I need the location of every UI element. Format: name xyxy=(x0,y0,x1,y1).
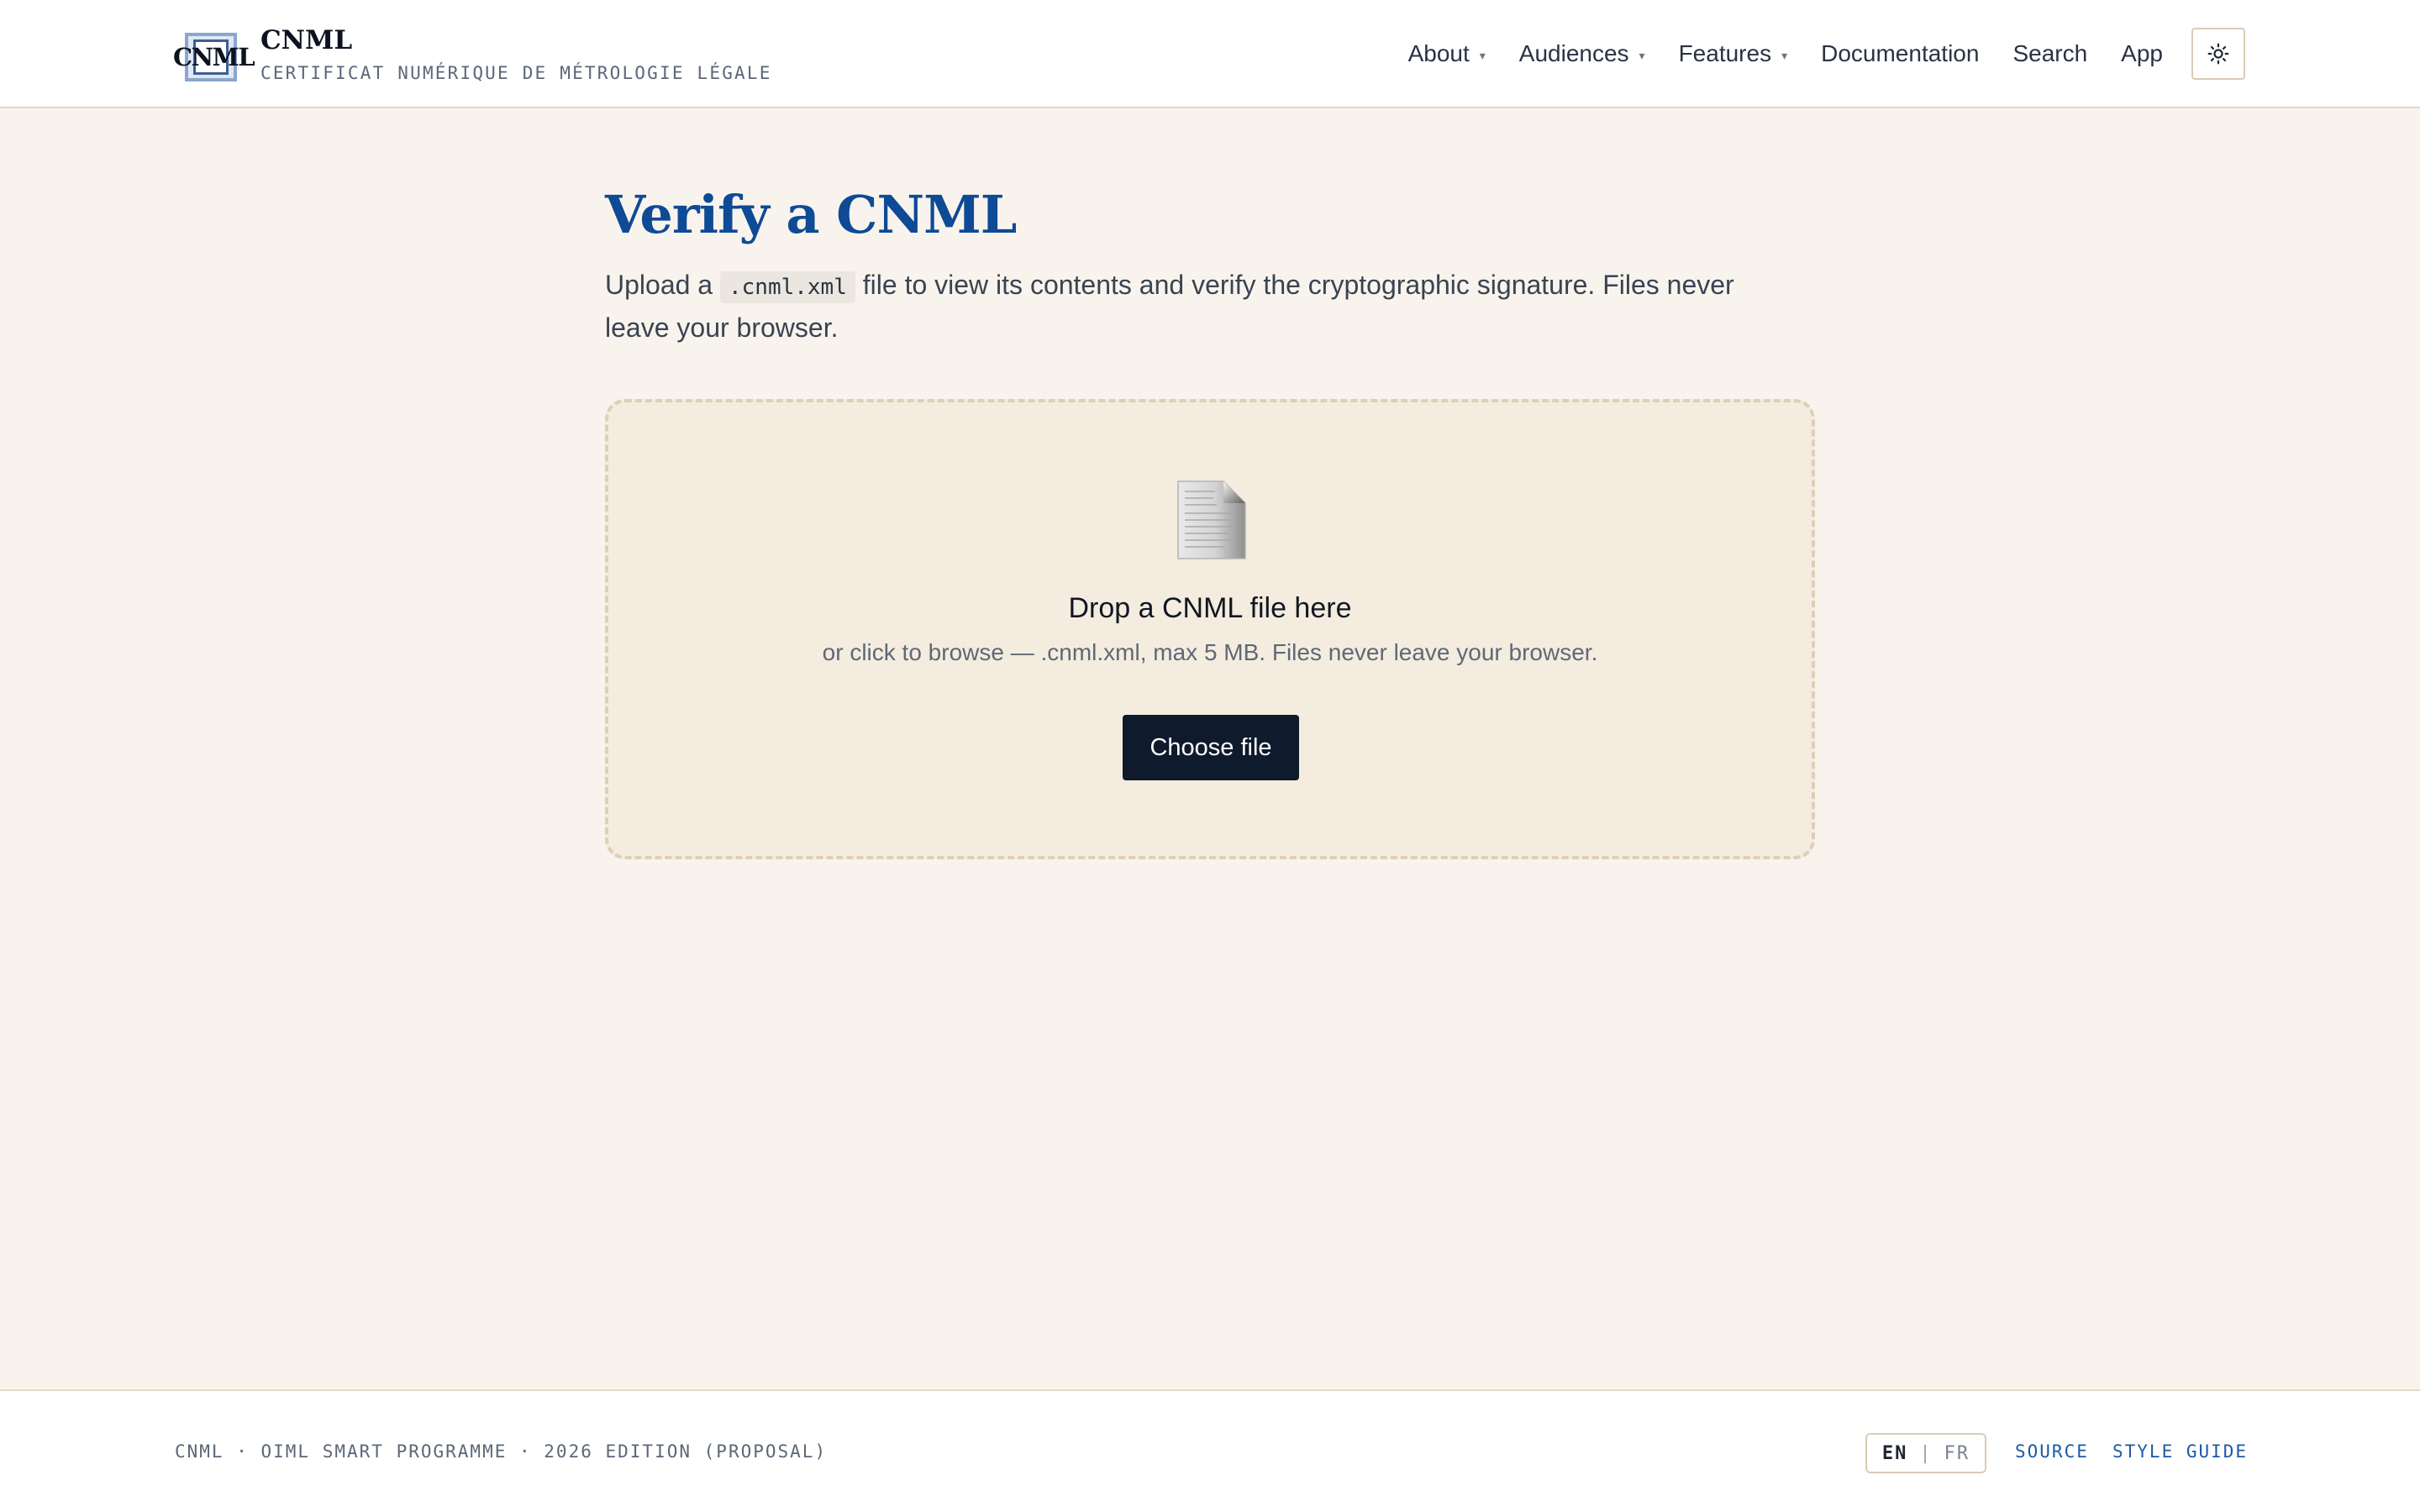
nav-search[interactable]: Search xyxy=(2012,40,2087,67)
site-footer: CNML · OIML SMART PROGRAMME · 2026 EDITI… xyxy=(0,1389,2420,1512)
document-icon xyxy=(1177,480,1246,559)
site-header: CNML CNML CERTIFICAT NUMÉRIQUE DE MÉTROL… xyxy=(0,0,2420,108)
nav-documentation[interactable]: Documentation xyxy=(1821,40,1979,67)
nav-search-label: Search xyxy=(2012,40,2088,66)
lang-en-option[interactable]: EN xyxy=(1882,1443,1908,1464)
nav-app-label: App xyxy=(2121,40,2163,66)
sun-icon xyxy=(2207,43,2229,65)
chevron-down-icon: ▾ xyxy=(1479,48,1486,62)
footer-style-guide-link[interactable]: STYLE GUIDE xyxy=(2112,1441,2248,1462)
nav-features-label: Features xyxy=(1678,40,1772,66)
intro-text: Upload a .cnml.xml file to view its cont… xyxy=(605,265,1798,348)
nav-app[interactable]: App xyxy=(2121,40,2163,67)
chevron-down-icon: ▾ xyxy=(1781,48,1788,62)
intro-before: Upload a xyxy=(605,270,720,300)
theme-toggle-button[interactable] xyxy=(2191,28,2245,80)
nav-audiences-label: Audiences xyxy=(1518,40,1629,66)
page-title: Verify a CNML xyxy=(605,184,1017,245)
nav-audiences[interactable]: Audiences ▾ xyxy=(1519,40,1645,67)
language-switcher: EN | FR xyxy=(1865,1433,1986,1473)
nav-about-label: About xyxy=(1407,40,1470,66)
nav-documentation-label: Documentation xyxy=(1821,40,1980,66)
footer-edition-text: CNML · OIML SMART PROGRAMME · 2026 EDITI… xyxy=(175,1441,828,1462)
brand-text: CNML CERTIFICAT NUMÉRIQUE DE MÉTROLOGIE … xyxy=(260,24,772,86)
brand-home-link[interactable]: CNML CNML CERTIFICAT NUMÉRIQUE DE MÉTROL… xyxy=(173,24,772,86)
cnml-logo: CNML xyxy=(173,28,255,81)
file-extension-code: .cnml.xml xyxy=(719,271,855,303)
lang-fr-option[interactable]: FR xyxy=(1944,1443,1970,1464)
choose-file-button[interactable]: Choose file xyxy=(1123,715,1299,780)
file-dropzone[interactable]: Drop a CNML file here or click to browse… xyxy=(605,399,1815,859)
dropzone-title: Drop a CNML file here xyxy=(1068,592,1352,624)
nav-about[interactable]: About ▾ xyxy=(1408,40,1486,67)
brand-tagline: CERTIFICAT NUMÉRIQUE DE MÉTROLOGIE LÉGAL… xyxy=(260,63,772,83)
lang-separator: | xyxy=(1919,1442,1933,1464)
chevron-down-icon: ▾ xyxy=(1639,48,1645,62)
logo-text: CNML xyxy=(173,43,255,71)
nav-features[interactable]: Features ▾ xyxy=(1679,40,1788,67)
main-nav: About ▾ Audiences ▾ Features ▾ Documenta… xyxy=(1375,27,2163,81)
footer-source-link[interactable]: SOURCE xyxy=(2015,1441,2089,1462)
brand-name: CNML xyxy=(260,25,353,55)
dropzone-subtitle: or click to browse — .cnml.xml, max 5 MB… xyxy=(822,639,1598,665)
